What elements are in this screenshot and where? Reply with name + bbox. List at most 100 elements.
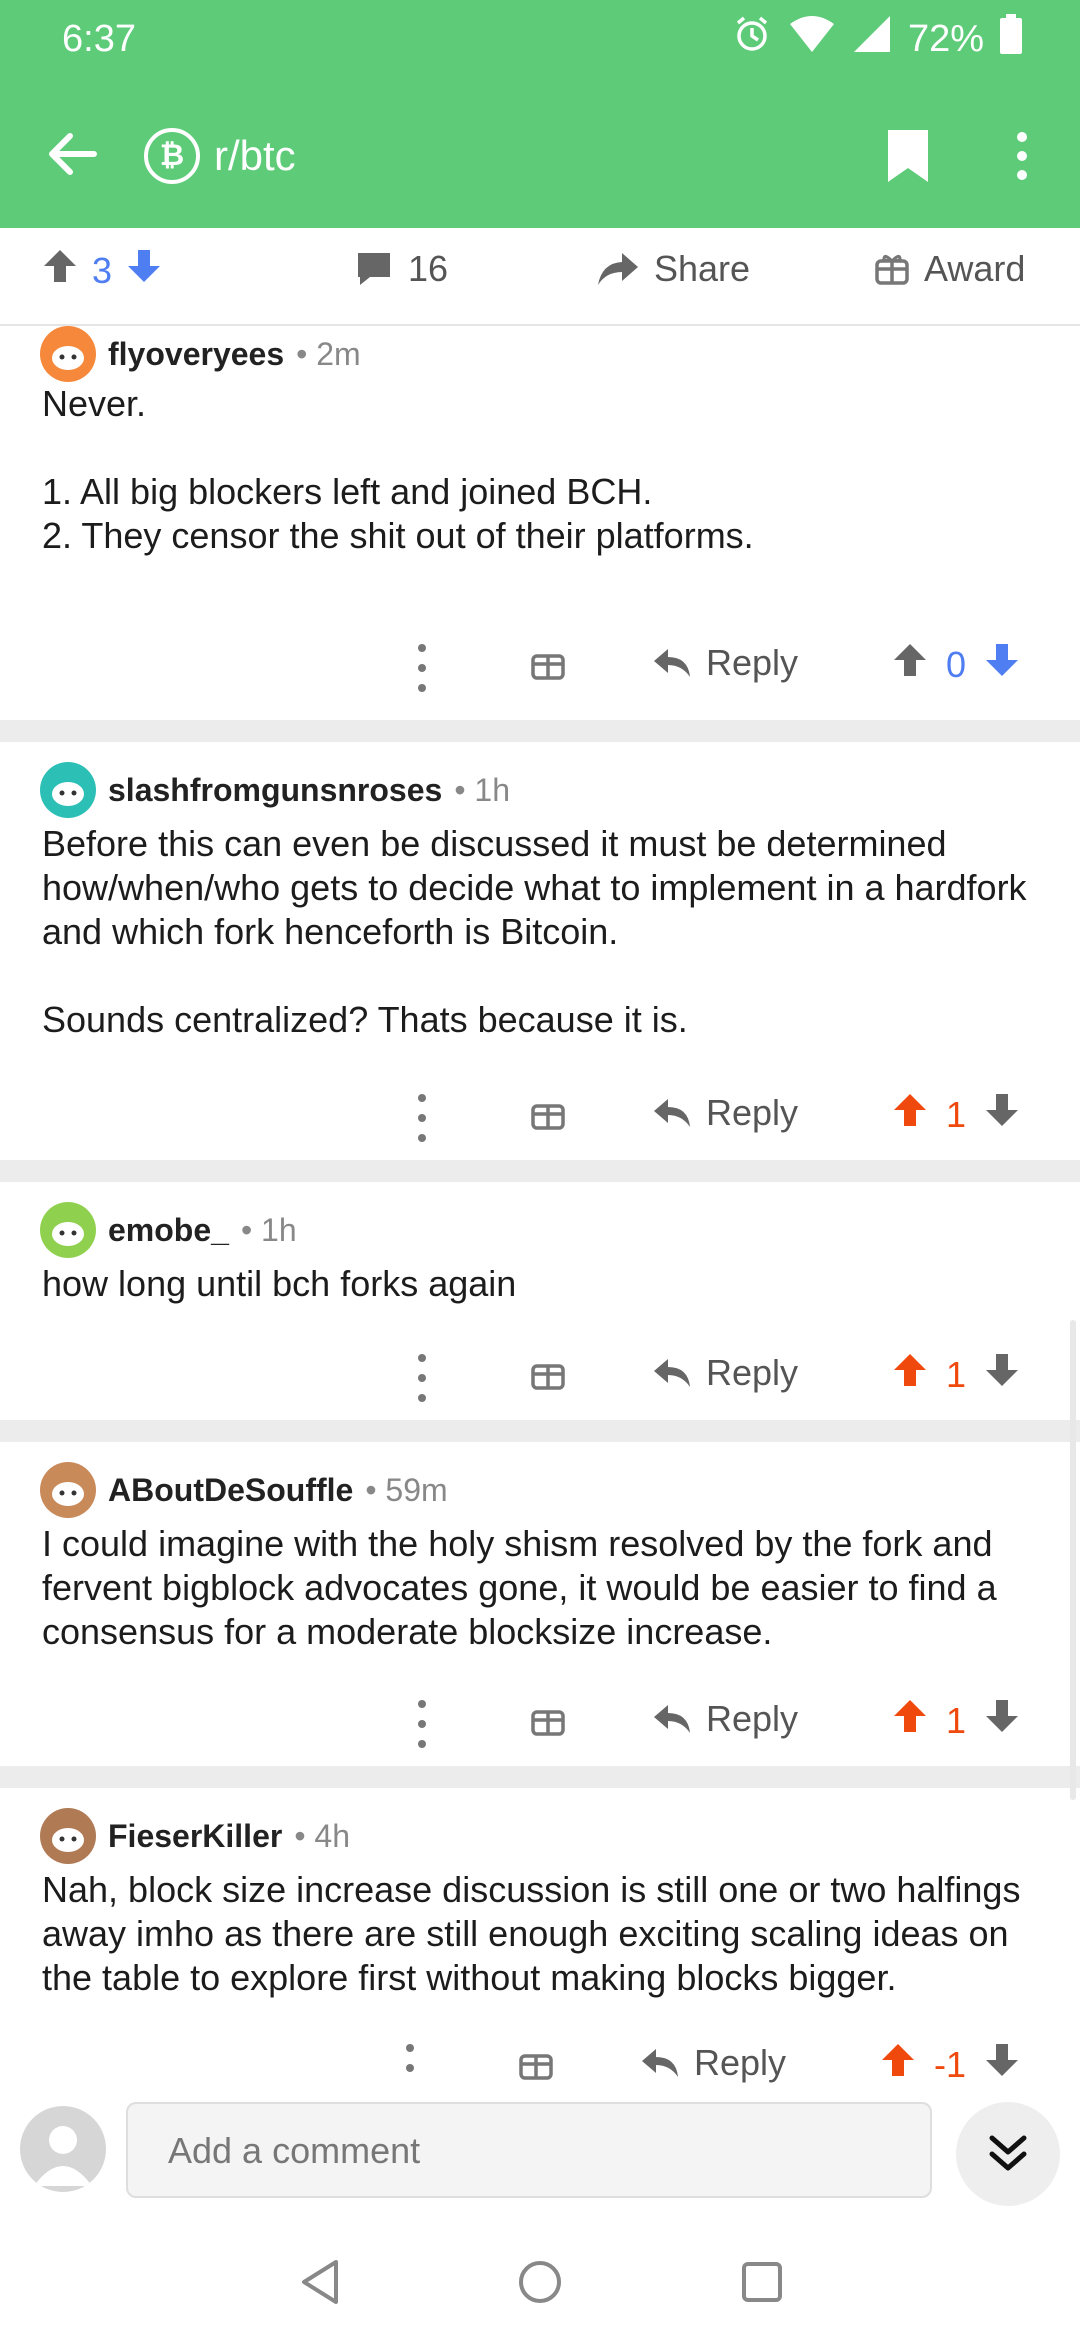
share-label: Share	[654, 248, 751, 289]
downvote-button[interactable]	[984, 642, 1020, 687]
bookmark-button[interactable]	[880, 126, 936, 186]
comment-time: • 1h	[454, 771, 510, 808]
reply-label: Reply	[706, 1092, 799, 1133]
subreddit-link[interactable]: ₿ r/btc	[144, 128, 296, 184]
collapse-button[interactable]	[956, 2102, 1060, 2206]
award-label: Award	[924, 248, 1026, 289]
status-bar: 6:37 72%	[0, 0, 1080, 78]
alarm-icon	[732, 14, 772, 64]
comment-award-button[interactable]	[530, 1096, 566, 1137]
battery-icon	[1000, 14, 1022, 64]
arrow-up-icon	[894, 644, 926, 676]
comment-award-button[interactable]	[530, 1356, 566, 1397]
comment-more-button[interactable]	[416, 1354, 428, 1402]
comment-header: FieserKiller • 4h	[40, 1808, 350, 1864]
reply-icon	[654, 1359, 690, 1387]
comment-card: emobe_ • 1h how long until bch forks aga…	[0, 1182, 1080, 1418]
avatar[interactable]	[40, 1462, 96, 1518]
upvote-button[interactable]	[42, 248, 78, 293]
dot	[418, 1700, 426, 1708]
comment-body: Before this can even be discussed it mus…	[42, 823, 1027, 1040]
comment-award-button[interactable]	[518, 2046, 554, 2084]
dot	[406, 2044, 414, 2052]
reply-button[interactable]: Reply	[652, 1092, 798, 1134]
comment-author[interactable]: ABoutDeSouffle	[108, 1472, 353, 1509]
nav-recents-button[interactable]	[732, 2252, 792, 2312]
upvote-button[interactable]	[892, 1698, 928, 1743]
dot	[1017, 132, 1027, 142]
scrollbar[interactable]	[1070, 1320, 1076, 1800]
overflow-menu-button[interactable]	[1000, 126, 1044, 186]
upvote-button[interactable]	[892, 1352, 928, 1397]
back-button[interactable]	[40, 122, 104, 186]
comments-count-value: 16	[408, 248, 449, 289]
nav-home-button[interactable]	[510, 2252, 570, 2312]
gift-icon	[531, 654, 565, 680]
gift-icon	[531, 1364, 565, 1390]
reply-button[interactable]: Reply	[652, 642, 798, 684]
comment-score: 1	[946, 1699, 967, 1741]
app-root: 6:37 72% ₿ r/btc 3 16 Share Award flyove…	[0, 0, 1080, 2340]
comment-time: • 1h	[240, 1211, 297, 1248]
dot	[418, 1134, 426, 1142]
reply-icon	[642, 2049, 678, 2077]
arrow-down-icon	[986, 1700, 1019, 1732]
comment-vote: 0	[892, 642, 1020, 687]
comment-more-button[interactable]	[416, 644, 428, 692]
gift-icon	[531, 1710, 565, 1736]
dot	[418, 1740, 426, 1748]
comment-score: 1	[946, 1093, 967, 1135]
comment-vote: 1	[892, 1352, 1020, 1397]
comment-more-button[interactable]	[404, 2044, 416, 2084]
gift-icon	[875, 254, 909, 285]
comment-score: 0	[946, 643, 967, 685]
user-avatar[interactable]	[20, 2106, 106, 2192]
avatar[interactable]	[40, 1202, 96, 1258]
avatar[interactable]	[40, 326, 96, 382]
comment-more-button[interactable]	[416, 1700, 428, 1748]
reply-icon	[654, 649, 690, 677]
comment-divider	[0, 720, 1080, 742]
comment-award-button[interactable]	[530, 1702, 566, 1743]
downvote-button[interactable]	[984, 2042, 1020, 2084]
arrow-down-icon	[986, 2044, 1019, 2076]
arrow-up-icon	[44, 250, 76, 282]
comment-author[interactable]: flyoveryees	[108, 336, 284, 373]
avatar[interactable]	[40, 762, 96, 818]
downvote-button[interactable]	[984, 1092, 1020, 1137]
arrow-down-icon	[128, 250, 161, 282]
upvote-button[interactable]	[880, 2042, 916, 2084]
comment-award-button[interactable]	[530, 646, 566, 687]
downvote-button[interactable]	[126, 248, 162, 293]
award-button[interactable]: Award	[874, 248, 1025, 290]
share-button[interactable]: Share	[596, 248, 750, 290]
post-vote: 3	[42, 248, 162, 293]
upvote-button[interactable]	[892, 642, 928, 687]
reply-button[interactable]: Reply	[640, 2042, 786, 2084]
dot	[418, 684, 426, 692]
arrow-down-icon	[986, 1094, 1019, 1126]
downvote-button[interactable]	[984, 1698, 1020, 1743]
nav-back-button[interactable]	[290, 2252, 350, 2312]
comment-time: • 4h	[294, 1817, 350, 1854]
comment-actions: Reply 1	[0, 1694, 1080, 1754]
comment-author[interactable]: slashfromgunsnroses	[108, 772, 442, 809]
comment-header: slashfromgunsnroses • 1h	[40, 762, 510, 818]
comment-time: • 59m	[365, 1471, 448, 1508]
comment-more-button[interactable]	[416, 1094, 428, 1142]
reply-button[interactable]: Reply	[652, 1352, 798, 1394]
comment-author[interactable]: FieserKiller	[108, 1818, 282, 1855]
snoo-icon	[52, 346, 84, 370]
comment-author[interactable]: emobe_	[108, 1212, 229, 1249]
reply-button[interactable]: Reply	[652, 1698, 798, 1740]
comment-header: flyoveryees • 2m	[40, 326, 361, 382]
avatar[interactable]	[40, 1808, 96, 1864]
circle-home-icon	[519, 2261, 561, 2303]
add-comment-input[interactable]: Add a comment	[126, 2102, 932, 2198]
upvote-button[interactable]	[892, 1092, 928, 1137]
comments-count[interactable]: 16	[354, 248, 448, 290]
status-icons: 72%	[732, 14, 1022, 64]
dot	[418, 1394, 426, 1402]
dot	[418, 1354, 426, 1362]
downvote-button[interactable]	[984, 1352, 1020, 1397]
